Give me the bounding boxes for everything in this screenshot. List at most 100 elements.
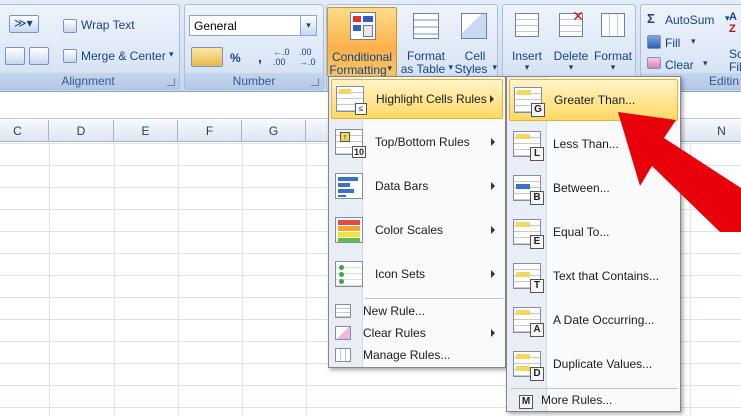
- more-rules-badge: M: [519, 395, 533, 409]
- grid-line: [306, 143, 307, 416]
- menu-item-label: Icon Sets: [375, 267, 426, 281]
- wrap-text-icon[interactable]: [63, 19, 77, 33]
- eraser-icon[interactable]: [647, 57, 661, 69]
- submenu-item-label: Text that Contains...: [553, 269, 660, 283]
- submenu-item-equal-to[interactable]: E Equal To...: [509, 211, 678, 253]
- percent-button[interactable]: %: [230, 51, 241, 65]
- format-as-table-button[interactable]: Format as Table ▾: [399, 7, 453, 77]
- format-icon: [601, 13, 625, 37]
- column-header-d[interactable]: D: [49, 120, 114, 142]
- sort-filter-label-1[interactable]: So: [729, 47, 741, 61]
- duplicate-values-badge: D: [530, 367, 544, 381]
- submenu-item-label: More Rules...: [541, 393, 613, 407]
- data-bars-icon: [335, 173, 363, 199]
- less-than-icon: L: [513, 131, 544, 161]
- submenu-item-between[interactable]: B Between...: [509, 167, 678, 209]
- menu-item-new-rule[interactable]: New Rule...: [331, 301, 503, 321]
- column-header-e[interactable]: E: [114, 120, 178, 142]
- fill-icon[interactable]: [647, 35, 661, 49]
- less-than-badge: L: [530, 147, 544, 161]
- increase-indent-icon[interactable]: [29, 47, 49, 65]
- submenu-item-date-occurring[interactable]: A A Date Occurring...: [509, 299, 678, 341]
- menu-item-icon-sets[interactable]: Icon Sets: [331, 253, 503, 295]
- insert-label: Insert: [511, 49, 542, 63]
- chevron-down-icon: ▾: [610, 62, 616, 72]
- sigma-icon[interactable]: Σ: [647, 11, 655, 26]
- chevron-right-icon: [491, 226, 495, 234]
- orientation-icon[interactable]: ≫▾: [9, 15, 39, 33]
- decrease-decimal-button[interactable]: .00 →.0: [299, 47, 321, 67]
- conditional-formatting-button[interactable]: Conditional Formatting ▾: [327, 7, 397, 77]
- conditional-formatting-icon: [350, 12, 376, 40]
- autosum-button[interactable]: AutoSum: [665, 13, 714, 27]
- submenu-item-label: A Date Occurring...: [553, 313, 655, 327]
- menu-item-color-scales[interactable]: Color Scales: [331, 209, 503, 251]
- delete-label: Delete: [553, 49, 589, 63]
- cell-styles-button[interactable]: Cell Styles ▾: [453, 7, 497, 77]
- submenu-item-label: Equal To...: [553, 225, 610, 239]
- insert-button[interactable]: Insert ▾: [505, 7, 549, 77]
- highlight-cells-icon: ≤: [336, 86, 367, 115]
- wrap-text-button[interactable]: Wrap Text: [81, 18, 135, 32]
- comma-button[interactable]: ,: [258, 49, 262, 65]
- submenu-item-text-contains[interactable]: T Text that Contains...: [509, 255, 678, 297]
- delete-button[interactable]: ✕ Delete ▾: [549, 7, 593, 77]
- date-occurring-badge: A: [530, 323, 544, 337]
- submenu-item-label: Greater Than...: [554, 93, 636, 107]
- column-header-c[interactable]: C: [0, 120, 49, 142]
- menu-item-manage-rules[interactable]: Manage Rules...: [331, 345, 503, 365]
- chevron-right-icon: [491, 138, 495, 146]
- format-label: Format: [593, 49, 632, 63]
- manage-rules-icon: [335, 348, 351, 362]
- text-contains-badge: T: [530, 279, 544, 293]
- number-group: General ▾ % , ←.0 .00 .00 →.0 Number: [184, 4, 324, 90]
- merge-center-button[interactable]: Merge & Center: [81, 49, 166, 63]
- column-header-f[interactable]: F: [178, 120, 242, 142]
- submenu-item-greater-than[interactable]: G Greater Than...: [509, 79, 678, 121]
- chevron-down-icon[interactable]: ▾: [300, 16, 316, 35]
- delete-icon: ✕: [559, 8, 584, 37]
- conditional-formatting-menu: ≤ Highlight Cells Rules ↑ 10 Top/Bottom …: [328, 76, 506, 368]
- grid-line: [690, 143, 691, 416]
- accounting-format-icon[interactable]: [191, 47, 223, 67]
- menu-item-label: Clear Rules: [363, 326, 426, 340]
- text-contains-icon: T: [513, 263, 544, 293]
- alignment-launcher-icon[interactable]: [167, 78, 175, 86]
- submenu-item-label: Between...: [553, 181, 610, 195]
- conditional-formatting-label-2: Formatting: [329, 63, 387, 77]
- submenu-item-more-rules[interactable]: M More Rules...: [509, 390, 678, 410]
- sort-filter-icon[interactable]: A Z: [729, 11, 741, 41]
- menu-item-highlight-cells-rules[interactable]: ≤ Highlight Cells Rules: [331, 79, 503, 119]
- clear-button[interactable]: Clear: [665, 58, 694, 72]
- chevron-down-icon[interactable]: ▾: [691, 36, 696, 47]
- number-group-label: Number: [185, 73, 323, 89]
- cell-styles-label-2: Styles: [454, 62, 488, 76]
- column-header-g[interactable]: G: [242, 120, 306, 142]
- number-format-select[interactable]: General ▾: [189, 15, 317, 36]
- column-header-partial[interactable]: [306, 120, 330, 142]
- sort-filter-label-2[interactable]: Filt: [729, 60, 741, 74]
- grid-line: [114, 143, 115, 416]
- top-bottom-icon-label: 10: [352, 146, 366, 158]
- fill-button[interactable]: Fill: [665, 36, 680, 50]
- highlight-cells-submenu: G Greater Than... L Less Than... B Betwe…: [506, 76, 681, 412]
- number-launcher-icon[interactable]: [311, 78, 319, 86]
- chevron-down-icon[interactable]: ▾: [703, 58, 708, 69]
- merge-dropdown-icon[interactable]: ▾: [169, 49, 174, 60]
- menu-item-clear-rules[interactable]: Clear Rules: [331, 323, 503, 343]
- menu-item-top-bottom-rules[interactable]: ↑ 10 Top/Bottom Rules: [331, 121, 503, 163]
- menu-item-label: Highlight Cells Rules: [376, 92, 487, 106]
- menu-separator: [365, 298, 503, 299]
- submenu-item-duplicate-values[interactable]: D Duplicate Values...: [509, 343, 678, 385]
- format-button[interactable]: Format ▾: [591, 7, 635, 77]
- chevron-down-icon: ▾: [568, 62, 574, 72]
- menu-item-label: Color Scales: [375, 223, 444, 237]
- merge-center-icon[interactable]: [63, 49, 77, 63]
- chevron-right-icon: [491, 270, 495, 278]
- increase-decimal-button[interactable]: ←.0 .00: [273, 47, 295, 67]
- decrease-indent-icon[interactable]: [5, 47, 25, 65]
- submenu-item-less-than[interactable]: L Less Than...: [509, 123, 678, 165]
- menu-item-data-bars[interactable]: Data Bars: [331, 165, 503, 207]
- chevron-right-icon: [491, 182, 495, 190]
- column-header-n[interactable]: N: [690, 120, 741, 142]
